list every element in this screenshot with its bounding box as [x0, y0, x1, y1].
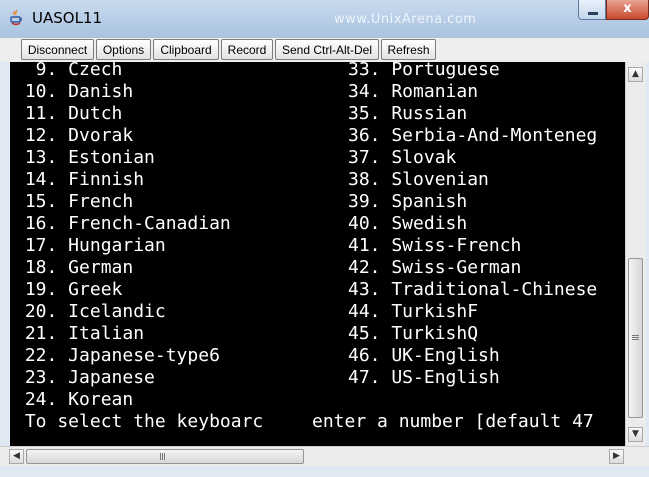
- terminal-line: 42. Swiss-German: [348, 257, 522, 278]
- terminal-line: 19. Greek: [14, 279, 123, 300]
- terminal-line: 16. French-Canadian: [14, 213, 231, 234]
- terminal-line: 18. German: [14, 257, 134, 278]
- terminal-line: 36. Serbia-And-Monteneg: [348, 125, 598, 146]
- terminal-line: 44. TurkishF: [348, 301, 479, 322]
- terminal-line: 17. Hungarian: [14, 235, 166, 256]
- grip-icon: [632, 335, 639, 336]
- record-button[interactable]: Record: [221, 39, 273, 60]
- disconnect-button[interactable]: Disconnect: [21, 39, 94, 60]
- vertical-scroll-thumb[interactable]: [628, 258, 643, 418]
- close-button[interactable]: x: [606, 0, 649, 20]
- refresh-button[interactable]: Refresh: [381, 39, 436, 60]
- scroll-up-icon[interactable]: ▲: [628, 67, 643, 82]
- terminal-line: 10. Danish: [14, 81, 134, 102]
- scroll-left-icon[interactable]: ◀: [9, 449, 24, 464]
- clipboard-button[interactable]: Clipboard: [153, 39, 219, 60]
- title-bar[interactable]: UASOL11 www.UnixArena.com x: [0, 0, 649, 39]
- prompt-continuation: enter a number [default 47: [312, 411, 625, 433]
- terminal-screen[interactable]: 9. Czech 10. Danish 11. Dutch 12. Dvorak…: [10, 62, 625, 446]
- terminal-line: 40. Swedish: [348, 213, 468, 234]
- close-icon: x: [623, 1, 632, 16]
- terminal-line: 14. Finnish: [14, 169, 145, 190]
- terminal-line: 13. Estonian: [14, 147, 155, 168]
- terminal-line: 33. Portuguese: [348, 62, 500, 80]
- terminal-line: 34. Romanian: [348, 81, 479, 102]
- terminal-left-column: 9. Czech 10. Danish 11. Dutch 12. Dvorak…: [14, 62, 263, 433]
- terminal-line: 43. Traditional-Chinese: [348, 279, 598, 300]
- send-ctrl-alt-del-button[interactable]: Send Ctrl-Alt-Del: [275, 39, 379, 60]
- terminal-line: 24. Korean: [14, 389, 134, 410]
- terminal-line: 15. French: [14, 191, 134, 212]
- terminal-line: 20. Icelandic: [14, 301, 166, 322]
- terminal-line: 47. US-English: [348, 367, 500, 388]
- terminal-line: 37. Slovak: [348, 147, 457, 168]
- terminal-line: 35. Russian: [348, 103, 468, 124]
- terminal-line: 21. Italian: [14, 323, 145, 344]
- watermark-text: www.UnixArena.com: [334, 12, 477, 27]
- options-button[interactable]: Options: [96, 39, 151, 60]
- minimize-icon: [588, 12, 598, 15]
- terminal-prompt-line: To select the keyboarc: [14, 411, 264, 432]
- terminal-line: 41. Swiss-French: [348, 235, 522, 256]
- grip-icon: [160, 453, 161, 460]
- terminal-line: 12. Dvorak: [14, 125, 134, 146]
- scroll-right-icon[interactable]: ▶: [609, 449, 624, 464]
- terminal-line: 39. Spanish: [348, 191, 468, 212]
- window-bottom-border: [0, 466, 649, 477]
- terminal-line: 46. UK-English: [348, 345, 500, 366]
- toolbar: Disconnect Options Clipboard Record Send…: [0, 38, 649, 62]
- scroll-down-icon[interactable]: ▼: [628, 427, 643, 442]
- minimize-button[interactable]: [578, 0, 606, 20]
- horizontal-scrollbar[interactable]: ◀ ▶: [0, 446, 649, 467]
- terminal-line: 22. Japanese-type6: [14, 345, 220, 366]
- terminal-line: 11. Dutch: [14, 103, 123, 124]
- terminal-line: 45. TurkishQ: [348, 323, 479, 344]
- terminal-right-column: 33. Portuguese 34. Romanian 35. Russian …: [348, 62, 597, 389]
- vertical-scrollbar[interactable]: ▲ ▼: [625, 62, 646, 446]
- terminal-line: 38. Slovenian: [348, 169, 489, 190]
- java-app-icon: [10, 9, 23, 26]
- terminal-line: 23. Japanese: [14, 367, 155, 388]
- terminal-line: 9. Czech: [14, 62, 123, 80]
- horizontal-scroll-thumb[interactable]: [26, 449, 304, 464]
- window-title: UASOL11: [32, 9, 103, 27]
- prompt-tail-text: enter a number [default 47: [312, 411, 594, 432]
